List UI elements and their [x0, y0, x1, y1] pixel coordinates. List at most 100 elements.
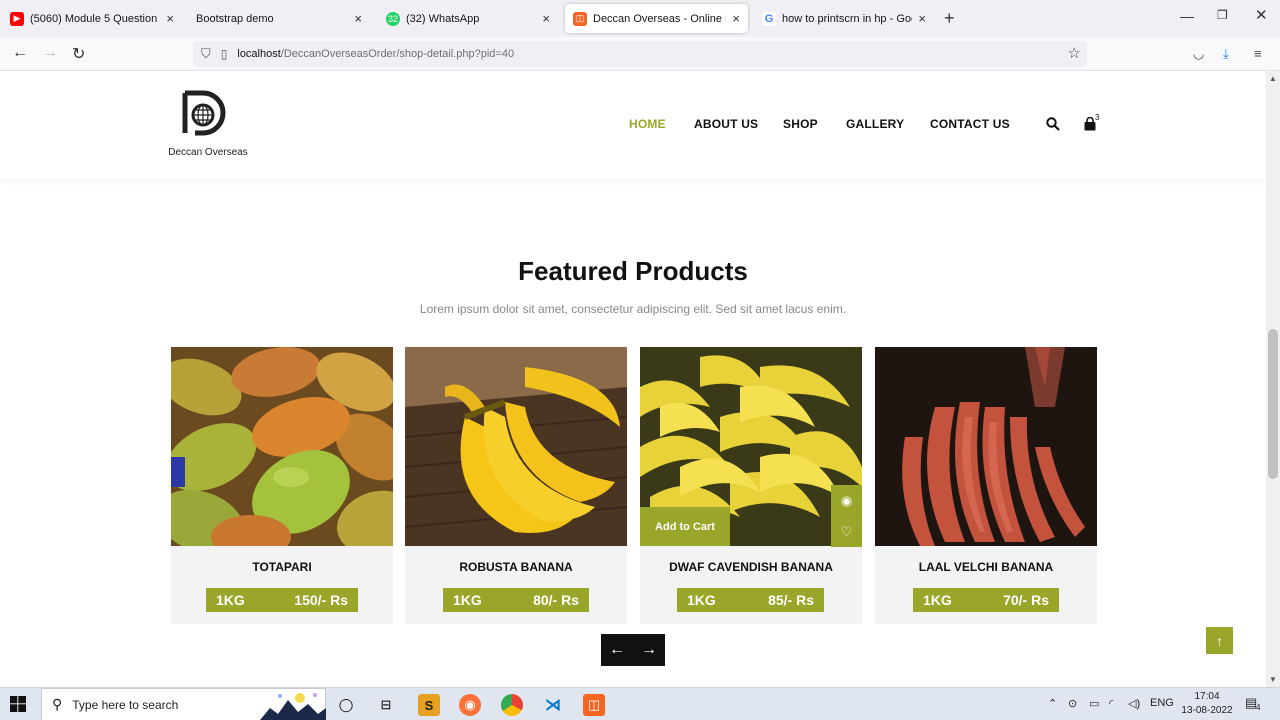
whatsapp-icon: 32	[386, 11, 400, 26]
back-to-top-button[interactable]: ↑	[1206, 627, 1233, 654]
section-title: Featured Products	[518, 256, 748, 286]
url-text[interactable]: localhost/DeccanOverseasOrder/shop-detai…	[237, 48, 514, 60]
minimize-icon[interactable]: —	[1180, 8, 1194, 24]
language-indicator[interactable]: ENG	[1150, 697, 1174, 709]
pocket-icon[interactable]: ◡	[1193, 46, 1204, 62]
nav-gallery[interactable]: GALLERY	[846, 117, 904, 131]
windows-taskbar: ⚲ Type here to search ◯ ⊟ S ◉ ⋊ ◫ ⌃ ⊙ ▭ …	[0, 687, 1280, 720]
view-eye-icon[interactable]: ◉	[831, 485, 862, 516]
product-qty: 1KG	[923, 592, 952, 608]
price-badge: 1KG 80/- Rs	[443, 588, 589, 612]
volume-icon[interactable]: ◁)	[1128, 697, 1140, 710]
youtube-icon: ▶	[10, 11, 24, 26]
search-placeholder: Type here to search	[72, 697, 179, 712]
forward-icon[interactable]: →	[42, 44, 58, 62]
chevron-up-icon[interactable]: ⌃	[1048, 697, 1057, 710]
arrow-right-icon[interactable]: →	[633, 634, 665, 666]
tab-title: (32) WhatsApp	[406, 12, 480, 25]
cart-count-badge: 3	[1095, 113, 1100, 122]
close-icon[interactable]: ×	[732, 11, 740, 26]
bookmark-star-icon[interactable]: ☆	[1068, 44, 1081, 62]
search-icon[interactable]	[1046, 117, 1060, 131]
task-view-icon[interactable]: ⊟	[375, 694, 397, 716]
taskbar-search[interactable]: ⚲ Type here to search	[41, 688, 326, 720]
download-icon[interactable]: ⤓	[1223, 46, 1229, 62]
add-to-cart-button[interactable]: Add to Cart	[640, 507, 730, 546]
product-card[interactable]: LAAL VELCHI BANANA 1KG 70/- Rs	[875, 347, 1097, 624]
nav-about-us[interactable]: ABOUT US	[694, 117, 758, 131]
back-icon[interactable]: ←	[12, 44, 28, 62]
product-price: 150/- Rs	[294, 592, 348, 608]
windows-start-icon[interactable]	[10, 696, 26, 712]
arrow-up-icon: ↑	[1216, 632, 1223, 649]
scroll-down-icon[interactable]: ▼	[1269, 675, 1277, 684]
close-icon[interactable]: ×	[542, 11, 550, 26]
close-icon[interactable]: ×	[918, 11, 926, 26]
scroll-up-icon[interactable]: ▲	[1269, 74, 1277, 83]
sublime-text-icon[interactable]: S	[418, 694, 440, 716]
battery-icon[interactable]: ▭	[1089, 697, 1099, 710]
nav-shop[interactable]: SHOP	[783, 117, 818, 131]
scrollbar-thumb[interactable]	[1268, 329, 1278, 479]
tab-whatsapp[interactable]: 32 (32) WhatsApp ×	[378, 4, 558, 33]
product-image-red-banana[interactable]	[875, 347, 1097, 546]
xampp-icon[interactable]: ◫	[583, 694, 605, 716]
product-image-robusta-banana[interactable]	[405, 347, 627, 546]
page-icon: ▯	[220, 47, 228, 61]
window-close-icon[interactable]: ✕	[1255, 6, 1268, 24]
nav-contact-us[interactable]: CONTACT US	[930, 117, 1010, 131]
product-price: 85/- Rs	[768, 592, 814, 608]
product-name[interactable]: ROBUSTA BANANA	[405, 560, 627, 574]
product-name[interactable]: TOTAPARI	[171, 560, 393, 574]
product-card[interactable]: Add to Cart ◉ ♡ DWAF CAVENDISH BANANA 1K…	[640, 347, 862, 624]
chrome-icon[interactable]	[501, 694, 523, 716]
brand-name[interactable]: Deccan Overseas	[160, 147, 256, 158]
menu-icon[interactable]: ≡	[1254, 46, 1262, 61]
url-host: localhost	[237, 48, 281, 60]
tab-title: how to printscrn in hp - Google	[782, 12, 912, 25]
product-qty: 1KG	[453, 592, 482, 608]
tab-deccan-overseas[interactable]: ◫ Deccan Overseas - Online Fruits ×	[565, 4, 748, 33]
clock-time: 17:04	[1194, 691, 1220, 702]
clock[interactable]: 17:04 13-08-2022	[1180, 690, 1234, 718]
google-icon: G	[762, 11, 776, 26]
search-highlight-icon	[260, 693, 326, 720]
wifi-icon[interactable]: ◜	[1109, 697, 1113, 710]
nav-home[interactable]: HOME	[629, 117, 666, 131]
price-badge: 1KG 85/- Rs	[677, 588, 824, 612]
price-badge: 1KG 70/- Rs	[913, 588, 1059, 612]
product-qty: 1KG	[216, 592, 245, 608]
search-icon: ⚲	[52, 696, 63, 712]
xampp-icon: ◫	[573, 11, 587, 26]
wishlist-heart-icon[interactable]: ♡	[831, 516, 862, 547]
close-icon[interactable]: ×	[166, 11, 174, 26]
product-card[interactable]: ROBUSTA BANANA 1KG 80/- Rs	[405, 347, 627, 624]
shield-icon[interactable]: ⛉	[201, 46, 211, 62]
deccan-logo-icon[interactable]	[181, 89, 227, 137]
tab-bootstrap-demo[interactable]: Bootstrap demo ×	[188, 4, 370, 33]
product-price: 80/- Rs	[533, 592, 579, 608]
tab-google-search[interactable]: G how to printscrn in hp - Google ×	[754, 4, 934, 33]
arrow-left-icon[interactable]: ←	[601, 634, 633, 666]
cortana-icon[interactable]: ◯	[335, 694, 357, 716]
tab-youtube[interactable]: ▶ (5060) Module 5 Question - Pali ×	[2, 4, 182, 33]
tab-title: Deccan Overseas - Online Fruits	[593, 12, 726, 25]
new-tab-icon[interactable]: +	[944, 8, 955, 29]
page-scrollbar[interactable]: ▲ ▼	[1266, 71, 1280, 687]
browser-nav-bar: ← → ↻ ⛉ ▯ localhost/DeccanOverseasOrder/…	[0, 37, 1280, 71]
product-name[interactable]: DWAF CAVENDISH BANANA	[640, 560, 862, 574]
url-path: /DeccanOverseasOrder/shop-detail.php?pid…	[280, 48, 515, 60]
product-name[interactable]: LAAL VELCHI BANANA	[875, 560, 1097, 574]
product-card[interactable]: TOTAPARI 1KG 150/- Rs	[171, 347, 393, 624]
web-page: Deccan Overseas HOME ABOUT US SHOP GALLE…	[0, 71, 1266, 687]
address-bar[interactable]: ⛉ ▯ localhost/DeccanOverseasOrder/shop-d…	[193, 41, 1087, 67]
firefox-icon[interactable]: ◉	[459, 694, 481, 716]
restore-icon[interactable]: ❐	[1217, 8, 1228, 22]
site-header: Deccan Overseas HOME ABOUT US SHOP GALLE…	[0, 71, 1266, 179]
tray-app-icon[interactable]: ⊙	[1068, 697, 1077, 710]
close-icon[interactable]: ×	[354, 11, 362, 26]
product-image-mango[interactable]	[171, 347, 393, 546]
vscode-icon[interactable]: ⋊	[542, 694, 564, 716]
reload-icon[interactable]: ↻	[72, 44, 85, 64]
price-badge: 1KG 150/- Rs	[206, 588, 358, 612]
